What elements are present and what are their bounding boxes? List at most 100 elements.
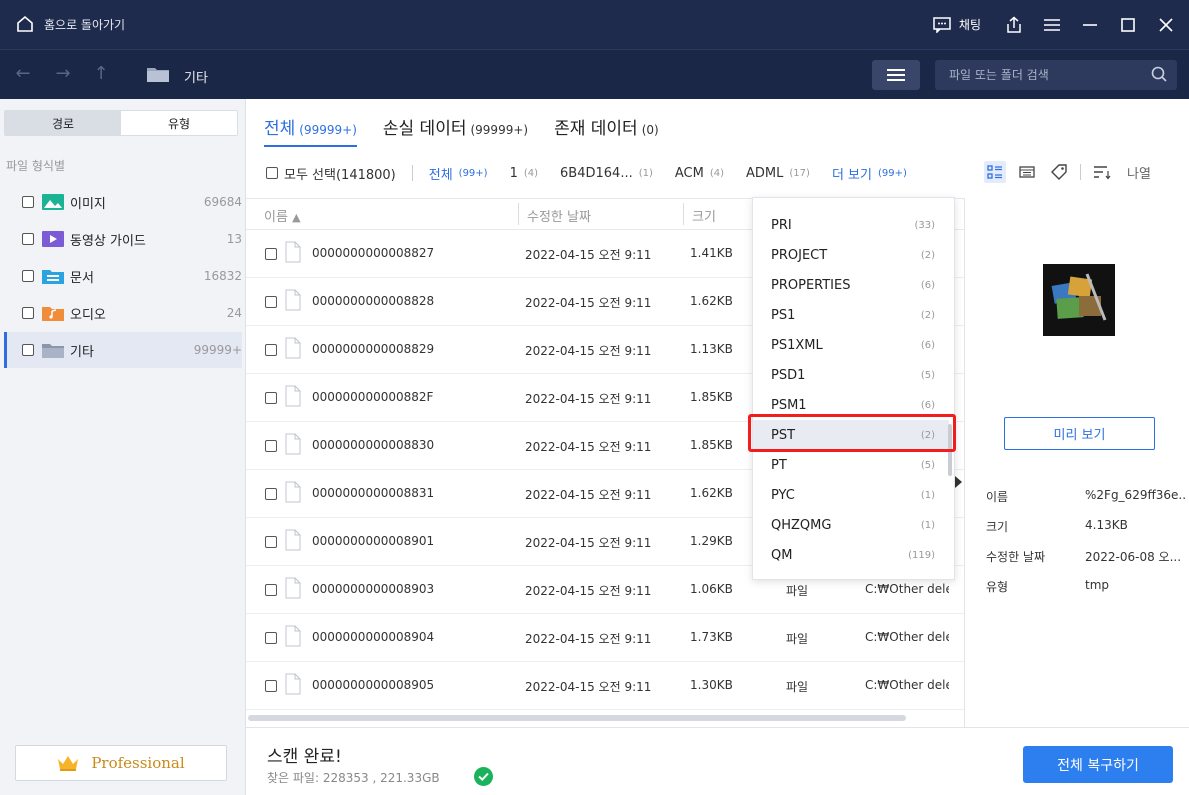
dropdown-item[interactable]: PROJECT (2) xyxy=(753,240,949,270)
column-header-name[interactable]: 이름 ▲ xyxy=(264,206,301,225)
search-input[interactable] xyxy=(935,60,1177,90)
minimize-button[interactable] xyxy=(1071,0,1109,49)
file-type: 파일 xyxy=(786,584,809,598)
file-icon xyxy=(285,625,301,647)
select-all-checkbox[interactable]: 모두 선택(141800) xyxy=(266,164,396,183)
recover-all-button[interactable]: 전체 복구하기 xyxy=(1023,746,1173,783)
dropdown-item[interactable]: PT (5) xyxy=(753,450,949,480)
filter-all[interactable]: 전체 (99+) xyxy=(429,164,488,183)
search-icon[interactable] xyxy=(1151,66,1167,82)
dropdown-item[interactable]: PS1 (2) xyxy=(753,300,949,330)
professional-label: Professional xyxy=(91,754,185,772)
column-header-date[interactable]: 수정한 날짜 xyxy=(527,206,591,225)
detail-view-button[interactable] xyxy=(1016,161,1038,183)
file-name: 0000000000008827 xyxy=(312,246,435,260)
share-button[interactable] xyxy=(995,0,1033,49)
dropdown-item-label: QHZQMG xyxy=(771,517,832,533)
row-checkbox[interactable] xyxy=(265,248,277,260)
row-checkbox[interactable] xyxy=(265,344,277,356)
hamburger-icon xyxy=(1044,18,1060,31)
row-checkbox[interactable] xyxy=(265,584,277,596)
file-name: 0000000000008905 xyxy=(312,678,435,692)
checkbox[interactable] xyxy=(266,167,278,179)
row-checkbox[interactable] xyxy=(265,680,277,692)
filter-more[interactable]: 더 보기 (99+) xyxy=(832,164,907,183)
tab-type[interactable]: 유형 xyxy=(121,111,237,135)
checkbox[interactable] xyxy=(22,196,34,208)
professional-button[interactable]: Professional xyxy=(15,745,227,781)
column-header-size[interactable]: 크기 xyxy=(692,206,716,225)
row-checkbox[interactable] xyxy=(265,536,277,548)
sort-button[interactable] xyxy=(1091,161,1113,183)
dropdown-item-label: PROPERTIES xyxy=(771,277,851,293)
preview-button[interactable]: 미리 보기 xyxy=(1004,417,1155,450)
row-checkbox[interactable] xyxy=(265,488,277,500)
home-label[interactable]: 홈으로 돌아가기 xyxy=(44,16,125,33)
dropdown-item[interactable]: PYC (1) xyxy=(753,480,949,510)
detail-value-type: tmp xyxy=(1085,578,1110,592)
file-extension-dropdown: PRI (33) PROJECT (2) PROPERTIES (6) PS1 (2) PS1X… xyxy=(752,197,955,580)
table-row[interactable]: 0000000000008904 2022-04-15 오전 9:11 1.73KB… xyxy=(246,614,964,662)
dropdown-item[interactable]: PRI (33) xyxy=(753,210,949,240)
maximize-button[interactable] xyxy=(1109,0,1147,49)
chat-button[interactable]: 채팅 xyxy=(933,16,981,33)
tab-all[interactable]: 전체 (99999+) xyxy=(264,114,357,147)
tab-path[interactable]: 경로 xyxy=(5,111,121,135)
close-button[interactable] xyxy=(1147,0,1185,49)
sidebar-item-documents[interactable]: 문서 16832 xyxy=(4,258,242,294)
row-checkbox[interactable] xyxy=(265,632,277,644)
checkbox[interactable] xyxy=(22,233,34,245)
file-date: 2022-04-15 오전 9:11 xyxy=(525,440,652,454)
minimize-icon xyxy=(1083,23,1097,26)
sidebar-item-label: 기타 xyxy=(70,344,94,360)
back-arrow-icon[interactable]: ← xyxy=(13,64,33,84)
file-date: 2022-04-15 오전 9:11 xyxy=(525,488,652,502)
filter-acm[interactable]: ACM (4) xyxy=(675,166,724,181)
dropdown-item[interactable]: QHZQMG (1) xyxy=(753,510,949,540)
file-name: 0000000000008828 xyxy=(312,294,435,308)
checkbox[interactable] xyxy=(22,307,34,319)
sidebar-item-video[interactable]: 동영상 가이드 13 xyxy=(4,221,242,257)
file-date: 2022-04-15 오전 9:11 xyxy=(525,632,652,646)
row-checkbox[interactable] xyxy=(265,440,277,452)
tag-button[interactable] xyxy=(1048,161,1070,183)
sidebar-item-audio[interactable]: 오디오 24 xyxy=(4,295,242,331)
collapse-panel-arrow-icon[interactable] xyxy=(955,476,962,488)
column-divider[interactable] xyxy=(683,203,684,225)
row-checkbox[interactable] xyxy=(265,296,277,308)
file-name: 0000000000008904 xyxy=(312,630,435,644)
tab-lost-data[interactable]: 손실 데이터 (99999+) xyxy=(383,114,528,139)
row-checkbox[interactable] xyxy=(265,392,277,404)
table-row[interactable]: 0000000000008905 2022-04-15 오전 9:11 1.30KB… xyxy=(246,662,964,710)
list-view-button[interactable] xyxy=(984,161,1006,183)
sidebar-item-other[interactable]: 기타 99999+ xyxy=(4,332,242,368)
status-bar: 스캔 완료! 찾은 파일: 228353 , 221.33GB 전체 복구하기 xyxy=(246,727,1189,795)
checkbox[interactable] xyxy=(22,270,34,282)
tab-label: 전체 xyxy=(264,119,296,139)
dropdown-item[interactable]: PSD1 (5) xyxy=(753,360,949,390)
forward-arrow-icon[interactable]: → xyxy=(53,64,73,84)
sidebar-item-images[interactable]: 이미지 69684 xyxy=(4,184,242,220)
sort-label[interactable]: 나열 xyxy=(1127,163,1151,182)
view-menu-button[interactable] xyxy=(872,60,920,90)
select-all-label: 모두 선택(141800) xyxy=(284,167,396,183)
file-path: C:₩Other dele xyxy=(865,630,949,644)
up-arrow-icon[interactable]: ↑ xyxy=(91,64,111,84)
filter-adml[interactable]: ADML (17) xyxy=(746,166,810,181)
tab-existing-data[interactable]: 존재 데이터 (0) xyxy=(554,114,659,139)
filter-1[interactable]: 1 (4) xyxy=(510,166,538,181)
detail-value-size: 4.13KB xyxy=(1085,518,1128,532)
menu-button[interactable] xyxy=(1033,0,1071,49)
column-divider[interactable] xyxy=(518,203,519,225)
dropdown-item[interactable]: QM (119) xyxy=(753,540,949,570)
filter-label: 더 보기 xyxy=(831,167,872,183)
horizontal-scrollbar[interactable] xyxy=(246,714,964,722)
dropdown-item[interactable]: PS1XML (6) xyxy=(753,330,949,360)
dropdown-item[interactable]: PROPERTIES (6) xyxy=(753,270,949,300)
scrollbar-thumb[interactable] xyxy=(248,715,906,721)
filter-6b4d164[interactable]: 6B4D164... (1) xyxy=(560,166,653,181)
checkbox[interactable] xyxy=(22,344,34,356)
file-size: 1.29KB xyxy=(690,534,733,548)
filter-label: ADML xyxy=(746,165,784,181)
home-icon[interactable] xyxy=(16,15,34,33)
